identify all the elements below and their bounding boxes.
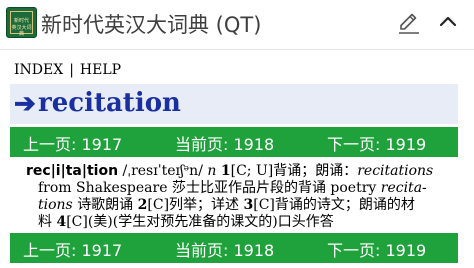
dictionary-app-icon: 新时代 英汉大词典: [6, 7, 37, 38]
sense-3-number: 3: [243, 197, 254, 213]
entry-line-3: tions 诗歌朗诵 2[C]列举；详述 3[C]背诵的诗文；朗诵的材: [38, 197, 415, 214]
sense-4-label: [C]: [66, 214, 88, 230]
example-1-italic-a: recitations: [357, 163, 434, 179]
sense-3-definition: 背诵的诗文；朗诵的材: [274, 197, 415, 213]
example-1-italic-c: tions: [38, 197, 73, 213]
app-icon-frame: 新时代 英汉大词典: [10, 11, 33, 37]
example-1-italic-b: recita-: [380, 180, 427, 196]
sense-3-definition-cont: 料: [38, 214, 52, 230]
entry-pronunciation: /ˌresɪˈteɪʃᵊn/: [122, 163, 203, 179]
edit-button[interactable]: [396, 10, 422, 36]
sense-3-label: [C]: [253, 197, 275, 213]
sense-4-number: 4: [56, 214, 67, 230]
example-1-text-b: 诗歌朗诵: [77, 197, 134, 213]
sense-1-number: 1: [220, 163, 231, 179]
help-link[interactable]: HELP: [80, 62, 121, 78]
sense-2-number: 2: [137, 197, 148, 213]
app-header: 新时代 英汉大词典 新时代英汉大词典 (QT): [0, 0, 474, 50]
pencil-icon: [399, 13, 419, 34]
app-icon-text-line1: 新时代: [13, 18, 29, 24]
headword-banner: ➔ recitation: [10, 84, 458, 124]
chevron-up-icon: [439, 16, 457, 27]
collapse-button[interactable]: [437, 11, 459, 33]
entry-line-2: from Shakespeare 莎士比亚作品片段的背诵 poetry reci…: [38, 180, 427, 197]
arrow-icon: ➔: [14, 89, 36, 119]
app-title: 新时代英汉大词典 (QT): [41, 13, 262, 37]
entry-syllables: rec|i|ta|tion: [26, 163, 119, 179]
sense-1-label: [C; U]: [230, 163, 274, 179]
index-link[interactable]: INDEX: [14, 62, 63, 78]
sense-1-definition: 背诵；朗诵：: [273, 163, 358, 179]
previous-page-link-bottom[interactable]: 上一页: 1917: [23, 237, 122, 261]
entry-line-4: 料 4[C](美)(学生对预先准备的课文的)口头作答: [38, 214, 334, 231]
pager-bottom: 上一页: 1917 当前页: 1918 下一页: 1919: [10, 233, 458, 263]
headword: recitation: [38, 88, 181, 118]
example-1-text-a: from Shakespeare 莎士比亚作品片段的背诵 poetry: [38, 180, 377, 196]
entry-line-1: rec|i|ta|tion /ˌresɪˈteɪʃᵊn/ n 1[C; U]背诵…: [26, 163, 433, 180]
current-page-label-bottom: 当前页: 1918: [175, 241, 275, 260]
next-page-link-bottom[interactable]: 下一页: 1919: [327, 237, 426, 261]
entry-part-of-speech: n: [207, 163, 217, 179]
current-page-label: 当前页: 1918: [175, 135, 275, 154]
nav-separator: |: [69, 62, 74, 78]
app-icon-text-line2: 英汉大词典: [11, 25, 32, 37]
sense-2-definition: 列举；详述: [169, 197, 240, 213]
previous-page-link[interactable]: 上一页: 1917: [23, 131, 122, 155]
pager-top: 上一页: 1917 当前页: 1918 下一页: 1919: [10, 127, 458, 157]
top-navigation: INDEX | HELP: [14, 62, 121, 78]
next-page-link[interactable]: 下一页: 1919: [327, 131, 426, 155]
sense-4-definition: (美)(学生对预先准备的课文的)口头作答: [87, 214, 334, 230]
sense-2-label: [C]: [147, 197, 170, 213]
